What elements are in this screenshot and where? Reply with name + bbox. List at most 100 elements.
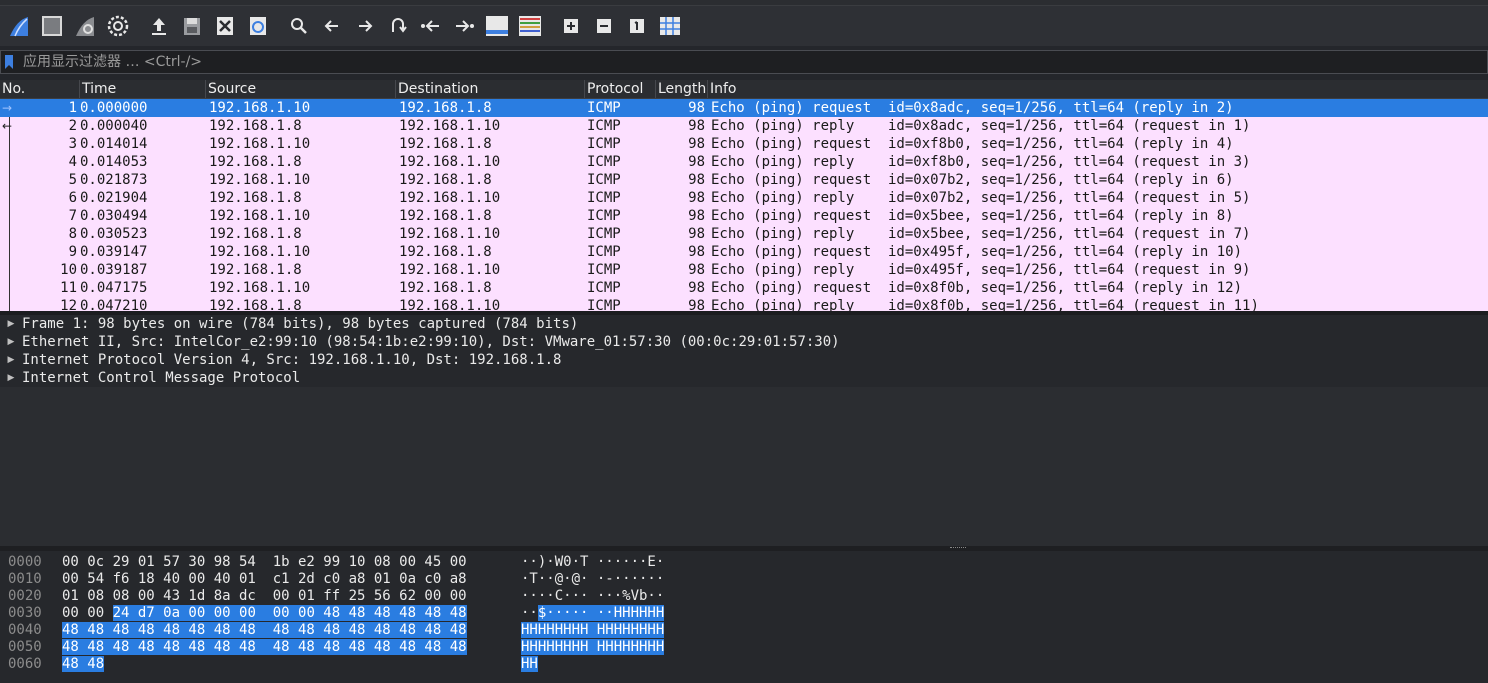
- go-forward-arrow-icon[interactable]: [350, 11, 380, 41]
- packet-no: 6: [68, 190, 77, 206]
- packet-info: Echo (ping) request id=0x07b2, seq=1/256…: [711, 172, 1234, 188]
- packet-list-pane: No. Time Source Destination Protocol Len…: [0, 80, 1488, 311]
- bytes-ascii[interactable]: ··)·W0·T ······E·: [521, 554, 664, 571]
- bytes-hex-selected: 48 48 48 48 48 48 48 48 48 48 48 48 48 4…: [62, 622, 467, 638]
- bytes-hex-text: 00 00: [62, 605, 113, 621]
- packet-time: 0.014053: [80, 154, 148, 170]
- packet-row[interactable]: 11 0.047175 192.168.1.10 192.168.1.8 ICMP 98 E…: [0, 279, 1488, 297]
- column-header-protocol[interactable]: Protocol: [585, 80, 656, 98]
- packet-source: 192.168.1.10: [209, 280, 311, 296]
- packet-row[interactable]: 12 0.047210 192.168.1.8 192.168.1.10 ICMP 98 E…: [0, 297, 1488, 311]
- packet-time: 0.039187: [80, 262, 148, 278]
- packet-length: 98: [688, 298, 705, 311]
- filter-bookmark-icon[interactable]: [1, 51, 17, 73]
- packet-info: Echo (ping) reply id=0x5bee, seq=1/256, …: [711, 226, 1251, 242]
- close-file-icon[interactable]: [210, 11, 240, 41]
- reload-file-icon[interactable]: [243, 11, 273, 41]
- packet-row[interactable]: 5 0.021873 192.168.1.10 192.168.1.8 ICMP 98 Ec…: [0, 171, 1488, 189]
- go-back-arrow-icon[interactable]: [317, 11, 347, 41]
- bytes-ascii-selected: HHHHHHHH HHHHHHHH: [521, 622, 665, 638]
- bytes-hex[interactable]: 48 48 48 48 48 48 48 48 48 48 48 48 48 4…: [62, 622, 467, 639]
- packet-row[interactable]: 6 0.021904 192.168.1.8 192.168.1.10 ICMP 98 Ec…: [0, 189, 1488, 207]
- splitter-grip-icon[interactable]: [950, 547, 966, 549]
- column-header-source[interactable]: Source: [206, 80, 396, 98]
- packet-time: 0.030494: [80, 208, 148, 224]
- expand-triangle-icon[interactable]: ▶: [0, 373, 22, 383]
- gear-options-icon[interactable]: [103, 11, 133, 41]
- bytes-hex-text: 01 08 08 00 43 1d 8a dc 00 01 ff 25 56 6…: [62, 588, 467, 604]
- detail-row-ethernet[interactable]: ▶ Ethernet II, Src: IntelCor_e2:99:10 (98…: [0, 333, 1488, 351]
- packet-row[interactable]: 3 0.014014 192.168.1.10 192.168.1.8 ICMP 98 Ec…: [0, 135, 1488, 153]
- packet-no: 5: [68, 172, 77, 188]
- bytes-hex[interactable]: 00 00 24 d7 0a 00 00 00 00 00 48 48 48 4…: [62, 605, 467, 622]
- bytes-ascii[interactable]: ··$····· ··HHHHHH: [521, 605, 665, 622]
- bytes-ascii[interactable]: ·T··@·@· ·-······: [521, 571, 664, 588]
- column-header-destination[interactable]: Destination: [396, 80, 585, 98]
- related-packet-line-icon: [9, 243, 10, 261]
- detail-row-ipv4[interactable]: ▶ Internet Protocol Version 4, Src: 192.1…: [0, 351, 1488, 369]
- packet-info: Echo (ping) request id=0x8adc, seq=1/256…: [711, 100, 1234, 116]
- packet-destination: 192.168.1.8: [399, 172, 492, 188]
- expand-triangle-icon[interactable]: ▶: [0, 355, 22, 365]
- packet-no: 11: [60, 280, 77, 296]
- column-header-length[interactable]: Length: [656, 80, 708, 98]
- colorize-icon[interactable]: [515, 11, 545, 41]
- packet-source: 192.168.1.10: [209, 244, 311, 260]
- packet-time: 0.014014: [80, 136, 148, 152]
- packet-protocol: ICMP: [587, 226, 621, 242]
- packet-time: 0.021873: [80, 172, 148, 188]
- detail-row-frame[interactable]: ▶ Frame 1: 98 bytes on wire (784 bits), 9…: [0, 315, 1488, 333]
- bytes-hex[interactable]: 00 54 f6 18 40 00 40 01 c1 2d c0 a8 01 0…: [62, 571, 467, 588]
- packet-details-pane: ▶ Frame 1: 98 bytes on wire (784 bits), 9…: [0, 315, 1488, 387]
- packet-protocol: ICMP: [587, 280, 621, 296]
- related-packet-line-icon: [9, 297, 10, 311]
- bytes-ascii[interactable]: ····C··· ···%Vb··: [521, 588, 664, 605]
- bytes-offset: 0000: [8, 554, 42, 570]
- bytes-hex[interactable]: 48 48 48 48 48 48 48 48 48 48 48 48 48 4…: [62, 639, 467, 656]
- packet-row[interactable]: 1 0.000000 192.168.1.10 192.168.1.8 ICMP 98 Ec…: [0, 99, 1488, 117]
- packet-protocol: ICMP: [587, 118, 621, 134]
- search-icon[interactable]: [284, 11, 314, 41]
- packet-row[interactable]: 7 0.030494 192.168.1.10 192.168.1.8 ICMP 98 Ec…: [0, 207, 1488, 225]
- column-header-time[interactable]: Time: [80, 80, 206, 98]
- normal-size-icon[interactable]: [622, 11, 652, 41]
- packet-row[interactable]: 8 0.030523 192.168.1.8 192.168.1.10 ICMP 98 Ec…: [0, 225, 1488, 243]
- packet-row[interactable]: 10 0.039187 192.168.1.8 192.168.1.10 ICMP 98 E…: [0, 261, 1488, 279]
- bytes-hex[interactable]: 01 08 08 00 43 1d 8a dc 00 01 ff 25 56 6…: [62, 588, 467, 605]
- packet-length: 98: [688, 262, 705, 278]
- packet-row[interactable]: 9 0.039147 192.168.1.10 192.168.1.8 ICMP 98 Ec…: [0, 243, 1488, 261]
- packet-protocol: ICMP: [587, 244, 621, 260]
- open-file-icon[interactable]: [144, 11, 174, 41]
- expand-triangle-icon[interactable]: ▶: [0, 319, 22, 329]
- column-header-no[interactable]: No.: [0, 80, 80, 98]
- zoom-out-icon[interactable]: [589, 11, 619, 41]
- packet-length: 98: [688, 154, 705, 170]
- packet-row[interactable]: 2 0.000040 192.168.1.8 192.168.1.10 ICMP 98 Ec…: [0, 117, 1488, 135]
- bytes-hex[interactable]: 00 0c 29 01 57 30 98 54 1b e2 99 10 08 0…: [62, 554, 467, 571]
- last-packet-icon[interactable]: [449, 11, 479, 41]
- go-to-packet-icon[interactable]: [383, 11, 413, 41]
- expand-triangle-icon[interactable]: ▶: [0, 337, 22, 347]
- display-filter-input[interactable]: [17, 51, 1487, 73]
- packet-source: 192.168.1.8: [209, 226, 302, 242]
- packet-row[interactable]: 4 0.014053 192.168.1.8 192.168.1.10 ICMP 98 Ec…: [0, 153, 1488, 171]
- bytes-hex[interactable]: 48 48: [62, 656, 105, 673]
- resize-columns-icon[interactable]: [655, 11, 685, 41]
- bytes-ascii[interactable]: HHHHHHHH HHHHHHHH: [521, 639, 665, 656]
- bytes-ascii-selected: HHHHHHHH HHHHHHHH: [521, 639, 665, 655]
- bytes-ascii[interactable]: HH: [521, 656, 538, 673]
- shark-fin-restart-icon[interactable]: [70, 11, 100, 41]
- stop-square-icon[interactable]: [37, 11, 67, 41]
- save-file-icon[interactable]: [177, 11, 207, 41]
- packet-length: 98: [688, 208, 705, 224]
- autoscroll-icon[interactable]: [482, 11, 512, 41]
- column-header-info[interactable]: Info: [708, 80, 1488, 98]
- bytes-ascii[interactable]: HHHHHHHH HHHHHHHH: [521, 622, 665, 639]
- detail-row-icmp[interactable]: ▶ Internet Control Message Protocol: [0, 369, 1488, 387]
- packet-length: 98: [688, 100, 705, 116]
- shark-fin-start-icon[interactable]: [4, 11, 34, 41]
- packet-info: Echo (ping) reply id=0x8f0b, seq=1/256, …: [711, 298, 1259, 311]
- first-packet-icon[interactable]: [416, 11, 446, 41]
- packet-protocol: ICMP: [587, 172, 621, 188]
- zoom-in-icon[interactable]: [556, 11, 586, 41]
